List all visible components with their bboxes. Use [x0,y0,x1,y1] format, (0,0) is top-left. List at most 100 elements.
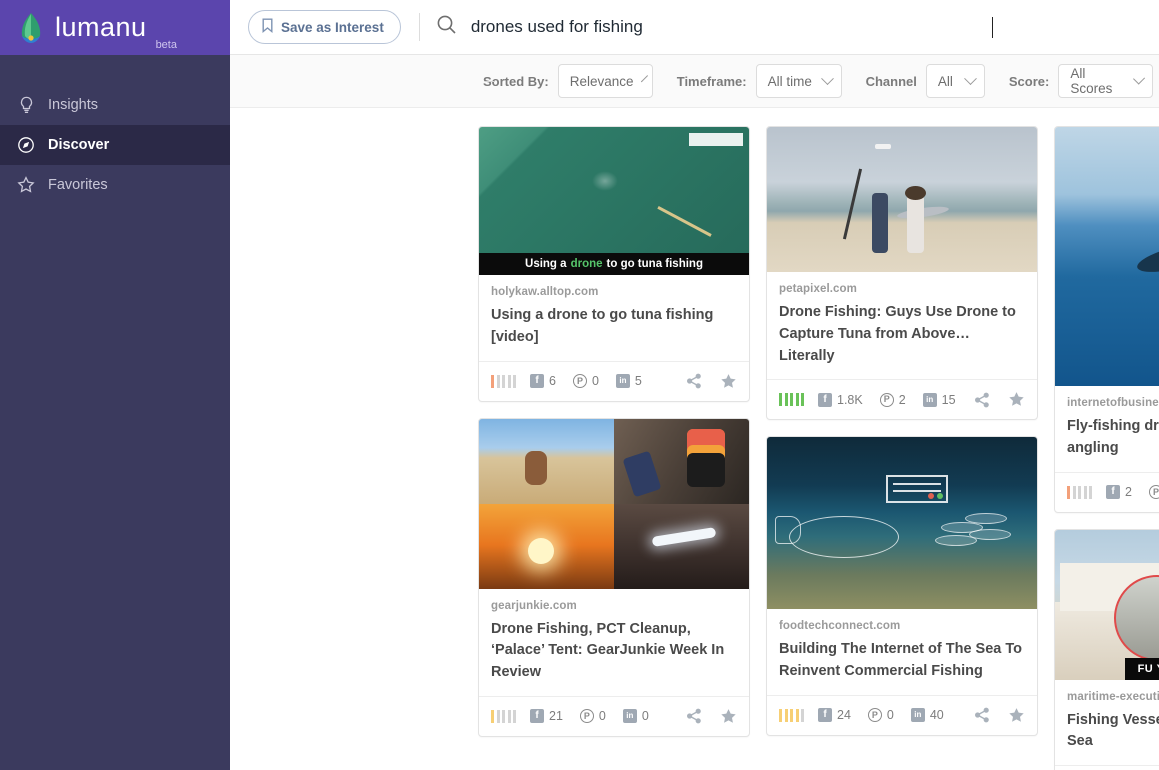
card-body: gearjunkie.com Drone Fishing, PCT Cleanup… [479,589,749,696]
star-filled-icon[interactable] [1008,707,1025,724]
result-card[interactable]: petapixel.com Drone Fishing: Guys Use Dro… [766,126,1038,421]
pinterest-icon: P [879,392,894,407]
result-card[interactable]: internetofbusiness.co.uk Fly-fishing dron… [1054,126,1159,513]
metric-linkedin: in 15 [922,392,956,407]
share-icon[interactable] [686,708,702,724]
star-filled-icon[interactable] [720,373,737,390]
score-bar [801,708,804,722]
metric-pinterest: P0 [579,709,606,724]
video-caption: Using a drone to go tuna fishing [479,253,749,275]
star-filled-icon[interactable] [1008,391,1025,408]
card-source: gearjunkie.com [491,599,577,612]
bookmark-icon [262,18,273,36]
score-bar [491,709,494,723]
card-title[interactable]: Using a drone to go tuna fishing [video] [491,305,737,349]
metric-value: 5 [634,374,642,388]
save-as-interest-button[interactable]: Save as Interest [248,10,401,44]
compass-icon [16,135,36,155]
score-bar [790,393,793,407]
timeframe-select[interactable]: All time [755,64,842,98]
channel-select[interactable]: All [925,64,985,98]
result-card[interactable]: FU YUAN YU 071 maritime-executive.com Fish… [1054,528,1159,770]
result-card[interactable]: Using a drone to go tuna fishing holykaw.… [478,126,750,402]
facebook-icon: f [818,392,832,407]
filter-timeframe: Timeframe: All time [677,64,842,98]
sidebar-item-favorites[interactable]: Favorites [0,165,230,205]
metric-value: 6 [549,374,556,388]
score-bar [779,393,782,407]
sidebar-item-discover[interactable]: Discover [0,125,230,165]
sidebar-item-label: Favorites [48,177,108,193]
lumanu-leaf-logo-icon [16,12,46,44]
internet-of-sea-thumbnail[interactable] [767,437,1037,610]
score-select[interactable]: All Scores [1058,64,1154,98]
results-column: internetofbusiness.co.uk Fly-fishing dron… [1054,126,1159,770]
metric-value: 40 [929,708,944,723]
tuna-underwater-thumbnail[interactable]: Using a drone to go tuna fishing [479,127,749,275]
filter-score: Score: All Scores [1009,64,1154,98]
card-footer: f 1.8K P 2 in 15 [767,379,1037,419]
card-title[interactable]: Fishing Vessel Enters South China Sea [1067,710,1159,754]
score-bars [1067,485,1092,499]
score-bar [784,708,788,722]
score-bars [779,708,804,722]
gear-collage-thumbnail[interactable] [479,418,749,589]
card-title[interactable]: Drone Fishing, PCT Cleanup, ‘Palace’ Ten… [491,619,737,684]
card-actions [974,707,1025,724]
share-icon[interactable] [686,373,702,389]
filter-label: Sorted By: [483,73,549,89]
card-footer: f 24 P 0 in 40 [767,694,1037,735]
metric-facebook: f2 [1106,485,1132,499]
lightbulb-icon [16,95,36,115]
metric-value: 2 [898,392,906,407]
card-title[interactable]: Building The Internet of The Sea To Rein… [779,639,1025,683]
search-bar[interactable] [436,14,1159,40]
share-icon[interactable] [974,392,990,408]
score-bar [1078,485,1081,499]
score-bar [795,393,799,407]
select-value: Relevance [569,73,634,89]
results-columns: Using a drone to go tuna fishing holykaw.… [230,126,1159,770]
select-value: All Scores [1070,66,1113,96]
results-board[interactable]: Using a drone to go tuna fishing holykaw.… [230,108,1159,770]
card-source: petapixel.com [779,283,857,295]
filter-bar: Sorted By: Relevance Timeframe: All time… [230,55,1159,108]
score-bars [491,374,516,388]
card-source: maritime-executive.com [1067,690,1159,703]
fishing-vessel-thumbnail[interactable]: FU YUAN YU 071 [1055,529,1159,680]
share-icon[interactable] [974,707,990,723]
result-card[interactable]: foodtechconnect.com Building The Internet… [766,436,1038,736]
card-actions [974,391,1025,408]
filter-channel: Channel All [866,64,985,98]
search-input[interactable] [470,17,991,37]
score-bar [790,708,793,722]
pinterest-icon: P [867,708,882,723]
result-card[interactable]: gearjunkie.com Drone Fishing, PCT Cleanup… [478,417,750,737]
score-bar [801,393,804,407]
score-bar [784,393,788,407]
marlin-drone-tablet-thumbnail[interactable] [1055,127,1159,386]
score-bar [513,374,516,388]
card-footer [1055,765,1159,770]
score-bar [496,709,500,723]
card-title[interactable]: Fly-fishing drones, an IoT angle on angl… [1067,416,1159,460]
beach-anglers-thumbnail[interactable] [767,127,1037,272]
card-source: holykaw.alltop.com [491,286,599,298]
star-filled-icon[interactable] [720,708,737,725]
save-as-interest-label: Save as Interest [281,19,384,35]
sidebar-item-insights[interactable]: Insights [0,85,230,125]
brand-beta-badge: beta [155,39,177,51]
sidebar: lumanu beta Insights Discover Favorites [0,0,230,770]
score-bar [1072,485,1076,499]
card-source: internetofbusiness.co.uk [1067,397,1159,409]
score-bar [795,708,799,722]
results-column: petapixel.com Drone Fishing: Guys Use Dro… [766,126,1038,770]
score-bar [1067,485,1070,499]
card-title[interactable]: Drone Fishing: Guys Use Drone to Capture… [779,302,1025,367]
sorted-by-select[interactable]: Relevance [557,64,653,98]
linkedin-icon: in [922,392,937,407]
score-bar [779,708,782,722]
app-root: lumanu beta Insights Discover Favorites … [0,0,1159,770]
brand-header: lumanu beta [0,0,230,55]
card-actions [686,708,737,725]
